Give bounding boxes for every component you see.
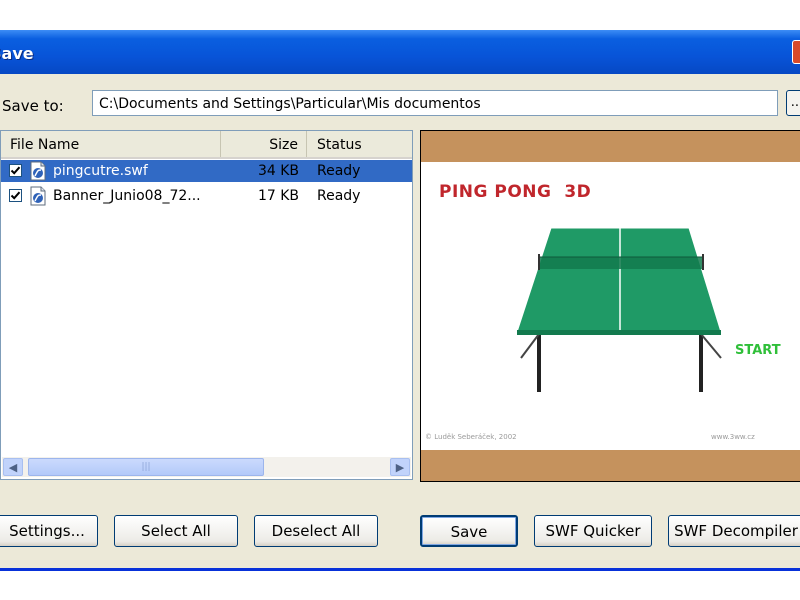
checkmark-icon bbox=[10, 166, 21, 175]
file-checkbox[interactable] bbox=[9, 164, 22, 177]
settings-button[interactable]: Settings... bbox=[0, 515, 98, 547]
swf-preview: PING PONG 3D START © Luděk Seberáček, 20… bbox=[420, 130, 800, 482]
scroll-right-arrow-icon[interactable]: ▶ bbox=[390, 458, 410, 476]
file-checkbox[interactable] bbox=[9, 189, 22, 202]
file-list-header: File Name Size Status bbox=[1, 131, 412, 159]
file-name: Banner_Junio08_72... bbox=[53, 188, 201, 204]
swf-file-icon bbox=[30, 186, 46, 206]
swf-decompiler-button[interactable]: SWF Decompiler bbox=[668, 515, 800, 547]
website-text: www.3ww.cz bbox=[711, 433, 755, 441]
column-header-status[interactable]: Status bbox=[307, 131, 412, 157]
save-button[interactable]: Save bbox=[420, 515, 518, 547]
title-bar[interactable]: Save ✕ bbox=[0, 30, 800, 74]
column-header-file-name[interactable]: File Name bbox=[1, 131, 221, 157]
preview-stage: PING PONG 3D START © Luděk Seberáček, 20… bbox=[421, 162, 800, 450]
copyright-text: © Luděk Seberáček, 2002 bbox=[425, 433, 517, 441]
file-size: 34 KB bbox=[257, 163, 299, 179]
checkmark-icon bbox=[10, 191, 21, 200]
close-button[interactable]: ✕ bbox=[792, 40, 800, 64]
window-title: Save bbox=[0, 44, 34, 63]
horizontal-scrollbar[interactable]: ◀ ||| ▶ bbox=[2, 457, 411, 477]
save-to-label: Save to: bbox=[2, 97, 64, 115]
deselect-all-button[interactable]: Deselect All bbox=[254, 515, 378, 547]
file-list[interactable]: File Name Size Status pingcutre.swf 34 K… bbox=[0, 130, 413, 480]
select-all-button[interactable]: Select All bbox=[114, 515, 238, 547]
file-size: 17 KB bbox=[257, 188, 299, 204]
file-name: pingcutre.swf bbox=[53, 163, 148, 179]
ping-pong-table-illustration bbox=[516, 227, 722, 392]
scroll-left-arrow-icon[interactable]: ◀ bbox=[3, 458, 23, 476]
file-status: Ready bbox=[317, 188, 361, 204]
column-header-size[interactable]: Size bbox=[221, 131, 307, 157]
file-row[interactable]: Banner_Junio08_72... 17 KB Ready bbox=[1, 185, 412, 207]
file-row[interactable]: pingcutre.swf 34 KB Ready bbox=[1, 160, 412, 182]
start-label: START bbox=[735, 343, 781, 358]
file-status: Ready bbox=[317, 163, 361, 179]
save-path-input[interactable]: C:\Documents and Settings\Particular\Mis… bbox=[92, 90, 778, 116]
swf-file-icon bbox=[30, 161, 46, 181]
browse-button[interactable]: ... bbox=[786, 90, 800, 116]
swf-quicker-button[interactable]: SWF Quicker bbox=[534, 515, 652, 547]
scroll-thumb[interactable]: ||| bbox=[28, 458, 264, 476]
